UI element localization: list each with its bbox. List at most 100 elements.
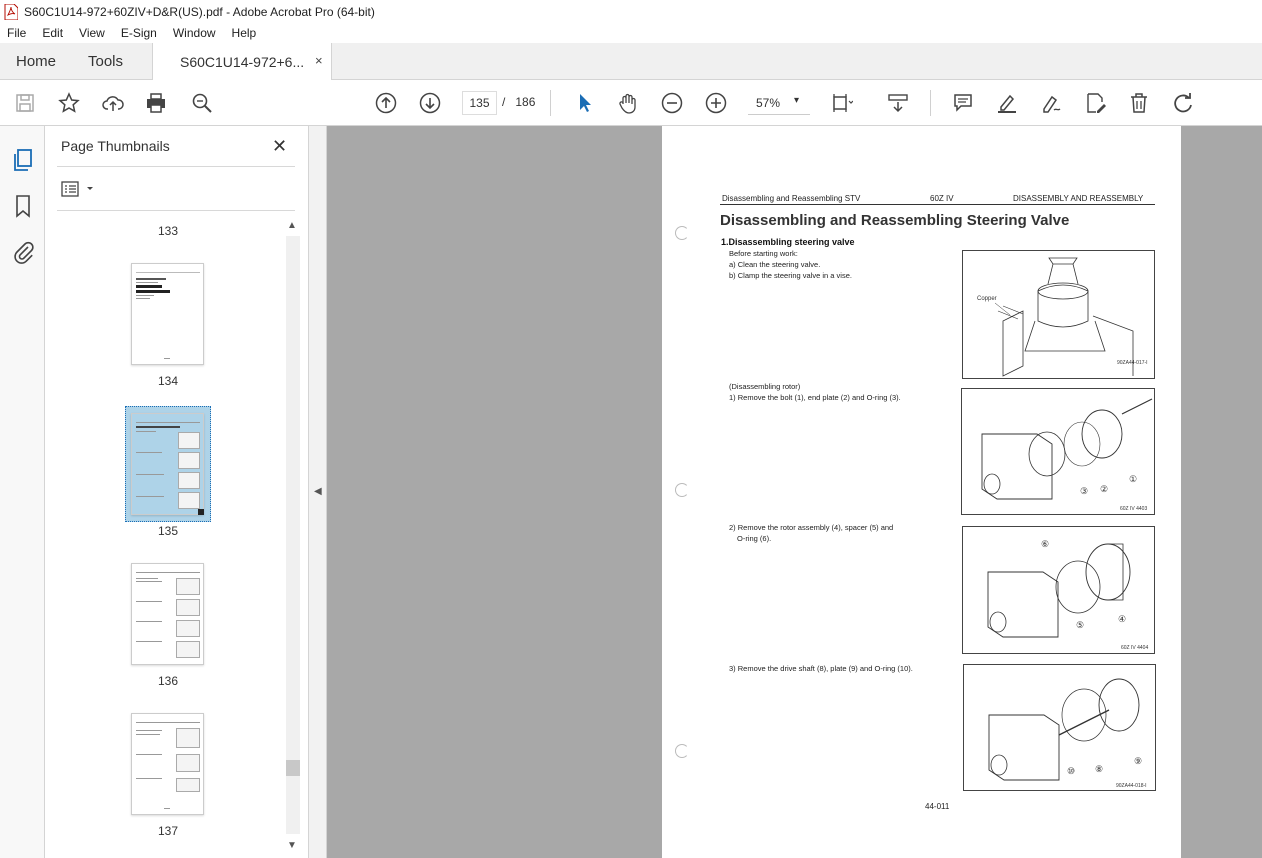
step-2-text-line2: O-ring (6).	[737, 534, 772, 543]
page-thumbnails-panel: Page Thumbnails ✕ 133 134 135 136 137 ▲ …	[45, 126, 309, 858]
toolbar-divider	[930, 90, 931, 116]
thumbnail-label-133: 133	[157, 224, 179, 238]
callout-4: ④	[1118, 614, 1127, 624]
draw-sign-icon[interactable]	[1039, 91, 1063, 115]
page-header-center: 60Z IV	[930, 194, 954, 203]
print-icon[interactable]	[144, 91, 168, 115]
punch-hole-mark	[675, 744, 689, 758]
acrobat-pdf-icon	[4, 3, 18, 20]
bookmark-star-icon[interactable]	[57, 91, 81, 115]
page-title: Disassembling and Reassembling Steering …	[720, 212, 1070, 229]
step-2-text-line1: 2) Remove the rotor assembly (4), spacer…	[729, 523, 894, 532]
bookmarks-icon[interactable]	[11, 194, 35, 218]
figure-label-copper: Copper	[977, 296, 997, 302]
menu-edit[interactable]: Edit	[34, 26, 71, 40]
thumbnail-page-135[interactable]	[131, 413, 204, 515]
thumbnail-list: 133 134 135 136 137	[45, 211, 285, 858]
thumbnail-scrollbar[interactable]: ▲ ▼	[285, 220, 301, 856]
tab-tools[interactable]: Tools	[88, 53, 123, 70]
thumbnail-page-137[interactable]	[131, 713, 204, 815]
rotor-heading-text: (Disassembling rotor)	[729, 382, 801, 391]
pdf-page: Disassembling and Reassembling STV 60Z I…	[662, 126, 1181, 858]
tab-document-label: S60C1U14-972+6...	[180, 54, 305, 70]
hand-tool-icon[interactable]	[616, 91, 640, 115]
page-header-right: DISASSEMBLY AND REASSEMBLY	[1013, 194, 1144, 203]
callout-2: ②	[1100, 484, 1109, 494]
menu-esign[interactable]: E-Sign	[113, 26, 165, 40]
save-icon[interactable]	[13, 91, 37, 115]
menu-file[interactable]: File	[0, 26, 34, 40]
thumbnail-options-menu-icon[interactable]	[61, 181, 95, 197]
step-1-text: 1) Remove the bolt (1), end plate (2) an…	[729, 393, 901, 402]
figure-rotor-assembly: ⑥ ⑤ ④ 60Z IV 4404	[962, 526, 1155, 654]
callout-9: ⑨	[1134, 756, 1143, 766]
scroll-up-icon[interactable]: ▲	[287, 220, 297, 231]
thumbnail-label-137: 137	[157, 824, 179, 838]
menu-bar: File Edit View E-Sign Window Help	[0, 23, 1262, 43]
menu-view[interactable]: View	[71, 26, 113, 40]
edit-pdf-icon[interactable]	[1083, 91, 1107, 115]
figure-code: 90ZA44-017-I	[1117, 360, 1148, 366]
thumbnail-label-136: 136	[157, 674, 179, 688]
figure-rotor-end-plate: ③ ② ① 60Z IV 4403	[961, 388, 1155, 515]
next-page-icon[interactable]	[418, 91, 442, 115]
menu-help[interactable]: Help	[224, 26, 265, 40]
scrollbar-track[interactable]	[286, 236, 300, 834]
callout-5: ⑤	[1076, 620, 1085, 630]
delete-trash-icon[interactable]	[1127, 91, 1151, 115]
menu-window[interactable]: Window	[165, 26, 224, 40]
zoom-value: 57%	[756, 96, 781, 110]
window-title: S60C1U14-972+60ZIV+D&R(US).pdf - Adobe A…	[24, 4, 375, 19]
scrollbar-thumb[interactable]	[286, 760, 300, 776]
callout-10: ⑩	[1067, 766, 1076, 776]
previous-page-icon[interactable]	[374, 91, 398, 115]
chevron-down-icon: ▾	[794, 95, 800, 106]
step-b-text: b) Clamp the steering valve in a vise.	[729, 271, 852, 280]
attachments-paperclip-icon[interactable]	[11, 240, 35, 264]
thumbnail-label-134: 134	[157, 374, 179, 388]
step-a-text: a) Clean the steering valve.	[729, 260, 821, 269]
redo-rotate-icon[interactable]	[1171, 91, 1195, 115]
callout-6: ⑥	[1041, 539, 1050, 549]
figure-code: 60Z IV 4404	[1121, 645, 1149, 651]
zoom-out-icon[interactable]	[660, 91, 684, 115]
section-heading: 1.Disassembling steering valve	[721, 237, 855, 247]
thumbnail-page-136[interactable]	[131, 563, 204, 665]
highlight-pen-icon[interactable]	[995, 91, 1019, 115]
callout-8: ⑧	[1095, 764, 1104, 774]
close-icon[interactable]: ✕	[272, 136, 287, 157]
comment-icon[interactable]	[951, 91, 975, 115]
zoom-in-icon[interactable]	[704, 91, 728, 115]
figure-steering-valve-vise: Copper 90ZA44-017-I	[962, 250, 1155, 379]
thumbnail-page-134[interactable]	[131, 263, 204, 365]
find-zoom-icon[interactable]	[190, 91, 214, 115]
zoom-select[interactable]: 57% ▾	[748, 91, 810, 115]
document-viewer[interactable]: Disassembling and Reassembling STV 60Z I…	[327, 126, 1262, 858]
tab-bar: Home Tools S60C1U14-972+6... ×	[0, 43, 1262, 80]
panel-title: Page Thumbnails	[61, 138, 170, 154]
toolbar-divider	[550, 90, 551, 116]
collapse-panel-icon[interactable]: ◀	[314, 486, 322, 497]
before-start-text: Before starting work:	[729, 249, 798, 258]
page-fit-icon[interactable]	[830, 91, 854, 115]
scroll-mode-icon[interactable]	[886, 91, 910, 115]
tab-document[interactable]: S60C1U14-972+6... ×	[152, 43, 332, 80]
panel-splitter[interactable]: ◀	[309, 126, 327, 858]
punch-hole-mark	[675, 226, 689, 240]
left-navigation-rail	[0, 126, 45, 858]
select-cursor-icon[interactable]	[573, 91, 597, 115]
tab-home[interactable]: Home	[16, 53, 56, 70]
thumbnail-label-135: 135	[157, 524, 179, 538]
page-number-input[interactable]: 135	[462, 91, 497, 115]
tab-close-button[interactable]: ×	[315, 53, 323, 68]
figure-code: 90ZA44-018-I	[1116, 783, 1147, 789]
page-thumbnails-icon[interactable]	[11, 148, 35, 172]
upload-cloud-icon[interactable]	[101, 91, 125, 115]
page-separator: /	[502, 95, 506, 109]
figure-drive-shaft-plate: ⑩ ⑧ ⑨ 90ZA44-018-I	[963, 664, 1156, 791]
callout-1: ①	[1129, 474, 1138, 484]
page-footer-number: 44-011	[925, 802, 950, 811]
scroll-down-icon[interactable]: ▼	[287, 840, 297, 851]
callout-3: ③	[1080, 486, 1089, 496]
title-bar: S60C1U14-972+60ZIV+D&R(US).pdf - Adobe A…	[0, 0, 1262, 23]
